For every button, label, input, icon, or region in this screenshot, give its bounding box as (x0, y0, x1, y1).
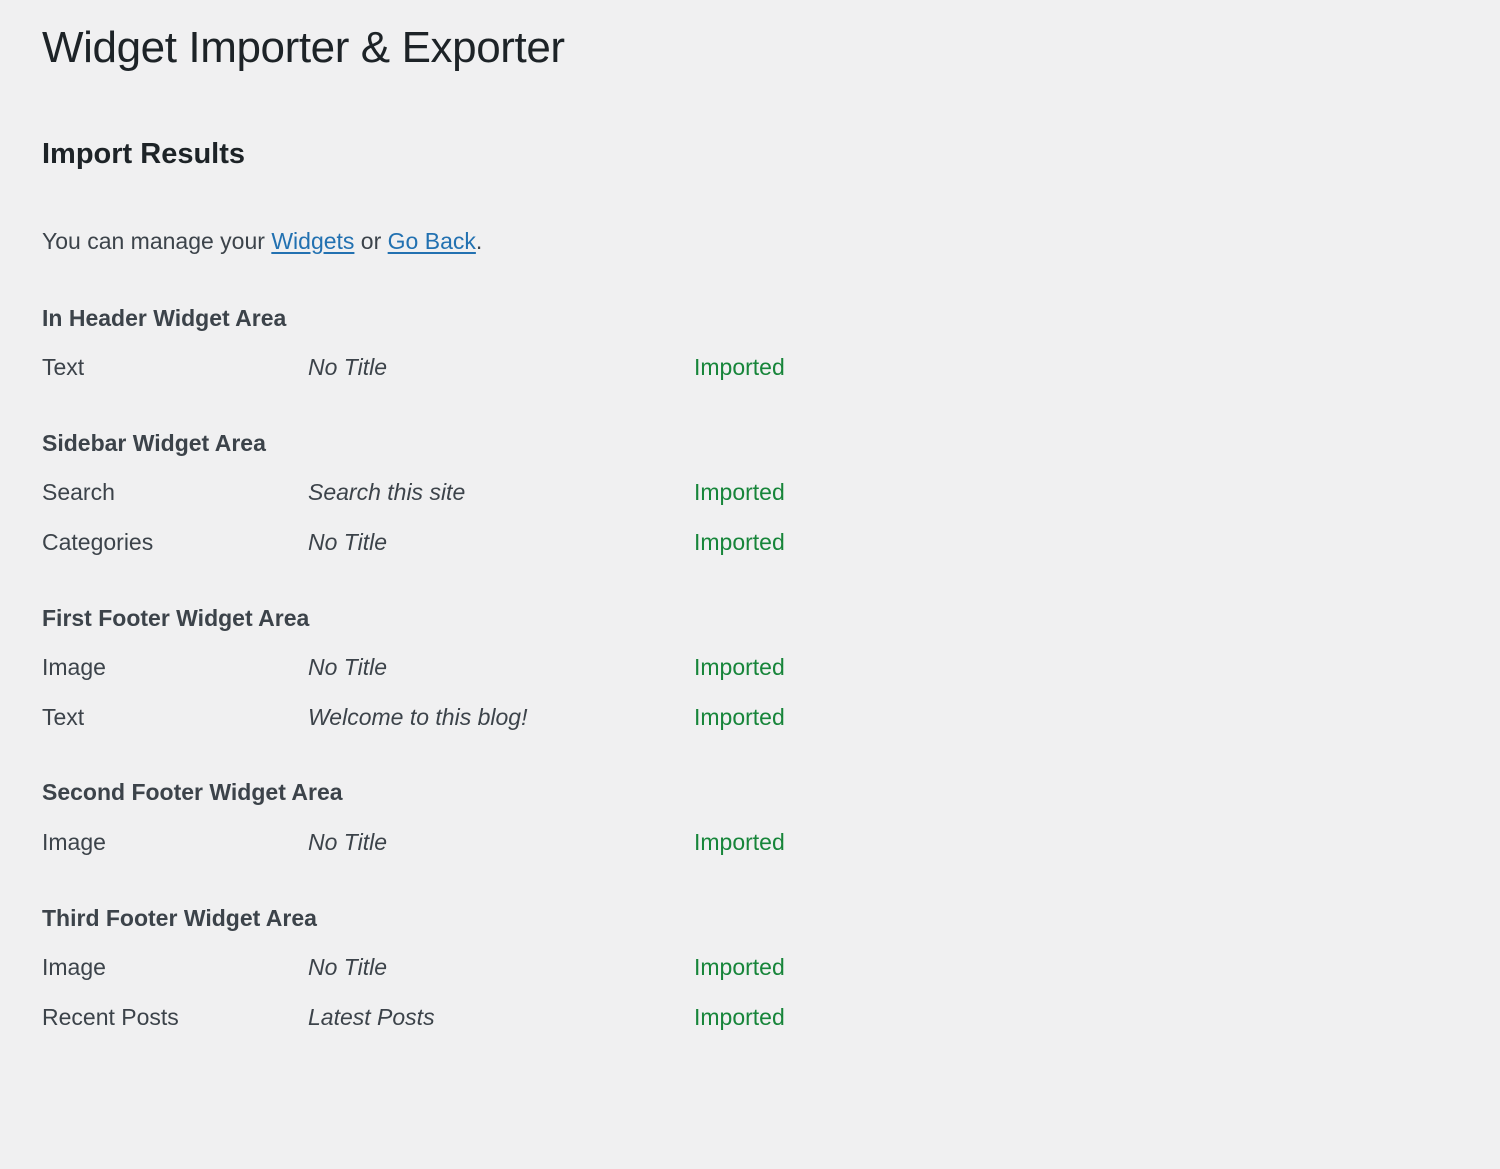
widget-import-status: Imported (694, 703, 785, 730)
widget-import-status: Imported (694, 954, 785, 981)
widget-import-status: Imported (694, 529, 785, 556)
intro-text-after: . (475, 227, 483, 254)
widget-area-heading: Sidebar Widget Area (42, 429, 266, 456)
widget-result-row: Text No Title Imported (42, 354, 1500, 382)
widget-import-status: Imported (694, 479, 785, 506)
widget-title-label: Latest Posts (308, 1003, 435, 1030)
admin-page-wrap: Widget Importer & Exporter Import Result… (0, 0, 1500, 1031)
widget-result-row: Recent Posts Latest Posts Imported (42, 1004, 1500, 1032)
widgets-link[interactable]: Widgets (271, 228, 354, 254)
import-results-list: In Header Widget Area Text No Title Importe… (42, 305, 1500, 1032)
widget-result-row: Image No Title Imported (42, 954, 1500, 982)
widget-area-heading: Second Footer Widget Area (42, 779, 343, 806)
widget-import-status: Imported (694, 654, 785, 681)
widget-import-status: Imported (694, 1003, 785, 1030)
widget-result-row: Categories No Title Imported (42, 529, 1500, 557)
widget-type-label: Search (42, 479, 115, 506)
intro-text-between: or (354, 227, 388, 254)
widget-title-label: No Title (308, 354, 388, 381)
widget-import-status: Imported (694, 828, 785, 855)
widget-area-heading: First Footer Widget Area (42, 604, 310, 631)
widget-title-label: No Title (308, 954, 388, 981)
widget-type-label: Text (42, 703, 85, 730)
widget-type-label: Text (42, 354, 85, 381)
widget-title-label: No Title (308, 654, 388, 681)
widget-type-label: Image (42, 654, 106, 681)
widget-result-row: Image No Title Imported (42, 654, 1500, 682)
widget-area-heading: In Header Widget Area (42, 304, 287, 331)
widget-title-label: Welcome to this blog! (308, 703, 528, 730)
widget-type-label: Image (42, 828, 106, 855)
widget-result-row: Image No Title Imported (42, 829, 1500, 857)
manage-widgets-paragraph: You can manage your Widgets or Go Back. (42, 172, 1500, 257)
widget-area-block: Second Footer Widget Area Image No Title Im… (42, 779, 1500, 856)
widget-area-block: In Header Widget Area Text No Title Importe… (42, 305, 1500, 382)
widget-title-label: Search this site (308, 479, 466, 506)
import-results-heading: Import Results (42, 137, 246, 170)
widget-area-block: Sidebar Widget Area Search Search this sit… (42, 430, 1500, 557)
widget-type-label: Image (42, 954, 106, 981)
widget-result-row: Text Welcome to this blog! Imported (42, 704, 1500, 732)
page-title: Widget Importer & Exporter (42, 23, 565, 72)
widget-title-label: No Title (308, 529, 388, 556)
widget-area-heading: Third Footer Widget Area (42, 904, 317, 931)
widget-import-status: Imported (694, 354, 785, 381)
go-back-link[interactable]: Go Back (388, 228, 476, 254)
widget-type-label: Recent Posts (42, 1003, 179, 1030)
widget-type-label: Categories (42, 529, 154, 556)
intro-text-before: You can manage your (42, 227, 272, 254)
widget-title-label: No Title (308, 828, 388, 855)
widget-result-row: Search Search this site Imported (42, 479, 1500, 507)
widget-area-block: First Footer Widget Area Image No Title Imp… (42, 605, 1500, 732)
widget-area-block: Third Footer Widget Area Image No Title Imp… (42, 905, 1500, 1032)
